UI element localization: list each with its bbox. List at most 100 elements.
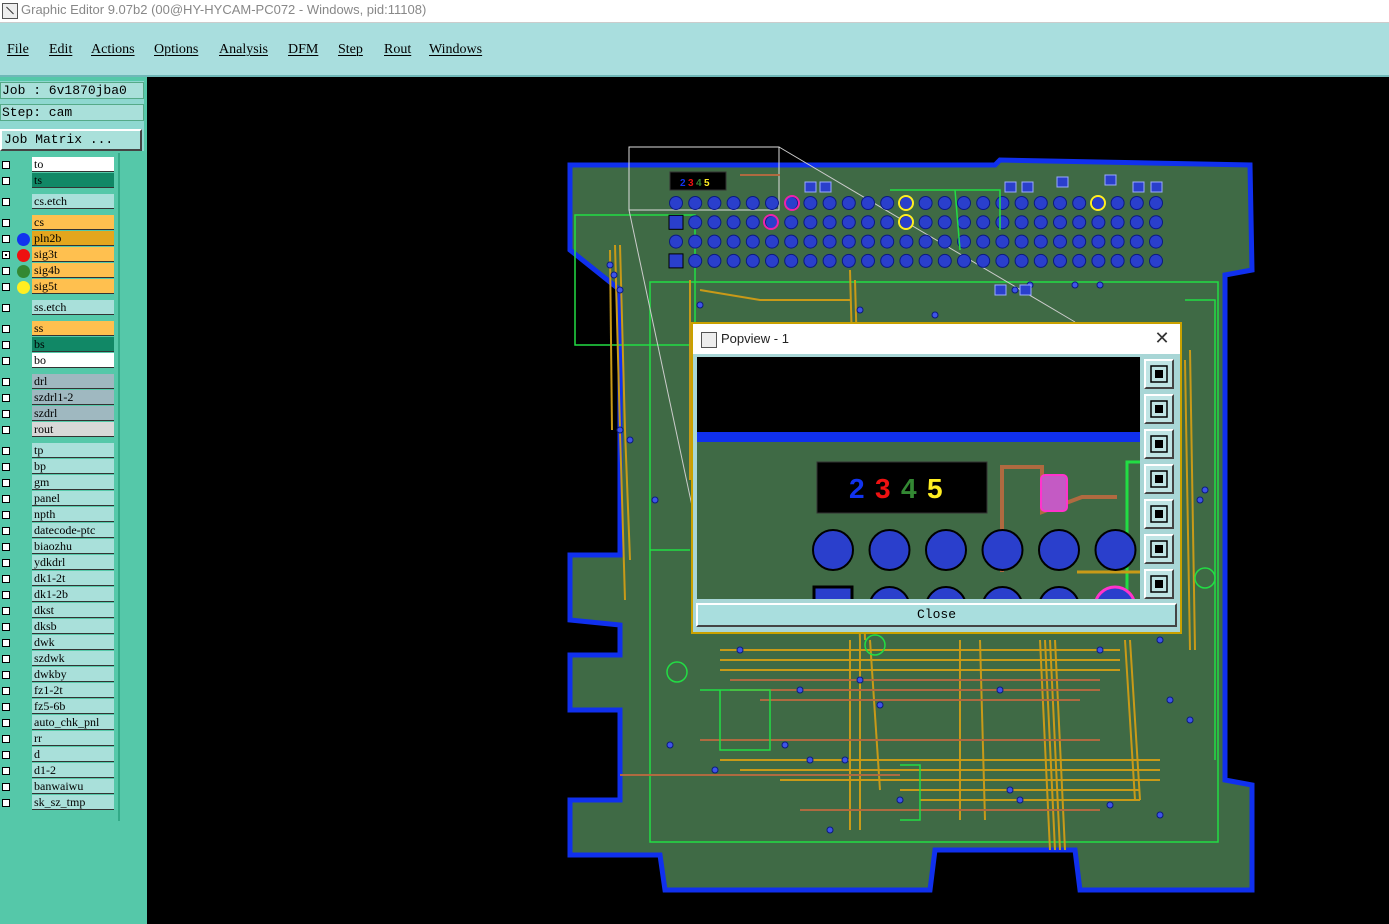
layer-name[interactable]: sig5t xyxy=(32,279,114,294)
menu-rout[interactable]: Rout xyxy=(384,42,411,58)
layer-name[interactable]: dkst xyxy=(32,603,114,618)
pan-left-icon[interactable] xyxy=(1144,464,1174,494)
layer-row-datecode-ptc[interactable]: datecode-ptc xyxy=(0,523,118,539)
layer-name[interactable]: cs.etch xyxy=(32,194,114,209)
layer-row-drl[interactable]: drl xyxy=(0,374,118,390)
layer-row-fz5-6b[interactable]: fz5-6b xyxy=(0,699,118,715)
layer-row-sig3t[interactable]: sig3t xyxy=(0,247,118,263)
layer-row-gm[interactable]: gm xyxy=(0,475,118,491)
layer-checkbox[interactable] xyxy=(2,304,10,312)
layer-name[interactable]: sig3t xyxy=(32,247,114,262)
layer-row-ss[interactable]: ss xyxy=(0,321,118,337)
menu-step[interactable]: Step xyxy=(338,42,363,58)
layer-name[interactable]: to xyxy=(32,157,114,172)
layer-name[interactable]: dksb xyxy=(32,619,114,634)
layer-checkbox[interactable] xyxy=(2,735,10,743)
layer-row-d[interactable]: d xyxy=(0,747,118,763)
layer-checkbox[interactable] xyxy=(2,799,10,807)
layer-checkbox[interactable] xyxy=(2,543,10,551)
layer-checkbox[interactable] xyxy=(2,235,10,243)
layer-row-dkst[interactable]: dkst xyxy=(0,603,118,619)
layer-row-ydkdrl[interactable]: ydkdrl xyxy=(0,555,118,571)
layer-checkbox[interactable] xyxy=(2,591,10,599)
pan-down-icon[interactable] xyxy=(1144,429,1174,459)
pan-right-icon[interactable] xyxy=(1144,499,1174,529)
menu-edit[interactable]: Edit xyxy=(49,42,72,58)
layer-name[interactable]: ts xyxy=(32,173,114,188)
layer-name[interactable]: d xyxy=(32,747,114,762)
layer-name[interactable]: dk1-2b xyxy=(32,587,114,602)
layer-name[interactable]: auto_chk_pnl xyxy=(32,715,114,730)
layer-name[interactable]: fz1-2t xyxy=(32,683,114,698)
layer-row-biaozhu[interactable]: biaozhu xyxy=(0,539,118,555)
layer-checkbox[interactable] xyxy=(2,267,10,275)
layer-row-banwaiwu[interactable]: banwaiwu xyxy=(0,779,118,795)
layer-checkbox[interactable] xyxy=(2,283,10,291)
layer-name[interactable]: szdwk xyxy=(32,651,114,666)
layer-row-ts[interactable]: ts xyxy=(0,173,118,189)
close-icon[interactable]: ✕ xyxy=(1152,328,1172,348)
layer-checkbox[interactable] xyxy=(2,767,10,775)
menu-actions[interactable]: Actions xyxy=(91,42,135,58)
layer-checkbox[interactable] xyxy=(2,426,10,434)
layer-checkbox[interactable] xyxy=(2,575,10,583)
layer-checkbox[interactable] xyxy=(2,511,10,519)
layer-name[interactable]: rr xyxy=(32,731,114,746)
layer-checkbox[interactable] xyxy=(2,410,10,418)
layer-name[interactable]: cs xyxy=(32,215,114,230)
layer-row-pln2b[interactable]: pln2b xyxy=(0,231,118,247)
layer-row-rr[interactable]: rr xyxy=(0,731,118,747)
layer-name[interactable]: panel xyxy=(32,491,114,506)
layer-checkbox[interactable] xyxy=(2,687,10,695)
layer-row-dk1-2b[interactable]: dk1-2b xyxy=(0,587,118,603)
menu-analysis[interactable]: Analysis xyxy=(219,42,268,58)
layer-name[interactable]: dk1-2t xyxy=(32,571,114,586)
layer-name[interactable]: pln2b xyxy=(32,231,114,246)
layer-row-dk1-2t[interactable]: dk1-2t xyxy=(0,571,118,587)
fit-icon[interactable] xyxy=(1144,359,1174,389)
layer-row-auto_chk_pnl[interactable]: auto_chk_pnl xyxy=(0,715,118,731)
job-matrix-button[interactable]: Job Matrix ... xyxy=(0,129,142,151)
layer-name[interactable]: szdrl1-2 xyxy=(32,390,114,405)
layer-row-cs.etch[interactable]: cs.etch xyxy=(0,194,118,210)
popview-close-button[interactable]: Close xyxy=(696,603,1177,627)
layer-name[interactable]: ydkdrl xyxy=(32,555,114,570)
layer-checkbox[interactable] xyxy=(2,639,10,647)
layer-name[interactable]: drl xyxy=(32,374,114,389)
layer-row-fz1-2t[interactable]: fz1-2t xyxy=(0,683,118,699)
layer-row-cs[interactable]: cs xyxy=(0,215,118,231)
layer-row-bs[interactable]: bs xyxy=(0,337,118,353)
layer-row-bo[interactable]: bo xyxy=(0,353,118,369)
layer-checkbox[interactable] xyxy=(2,719,10,727)
layer-row-tp[interactable]: tp xyxy=(0,443,118,459)
layer-row-to[interactable]: to xyxy=(0,157,118,173)
layer-checkbox[interactable] xyxy=(2,479,10,487)
layer-name[interactable]: szdrl xyxy=(32,406,114,421)
layer-checkbox[interactable] xyxy=(2,783,10,791)
layer-checkbox[interactable] xyxy=(2,623,10,631)
layer-checkbox[interactable] xyxy=(2,378,10,386)
layer-name[interactable]: dwk xyxy=(32,635,114,650)
layer-row-szdwk[interactable]: szdwk xyxy=(0,651,118,667)
layer-checkbox[interactable] xyxy=(2,219,10,227)
layer-row-dwkby[interactable]: dwkby xyxy=(0,667,118,683)
layer-checkbox[interactable] xyxy=(2,394,10,402)
layer-checkbox[interactable] xyxy=(2,325,10,333)
layer-row-ss.etch[interactable]: ss.etch xyxy=(0,300,118,316)
layer-row-bp[interactable]: bp xyxy=(0,459,118,475)
layer-name[interactable]: biaozhu xyxy=(32,539,114,554)
layer-checkbox[interactable] xyxy=(2,251,10,259)
menu-options[interactable]: Options xyxy=(154,42,198,58)
layer-checkbox[interactable] xyxy=(2,447,10,455)
layer-name[interactable]: ss.etch xyxy=(32,300,114,315)
menu-windows[interactable]: Windows xyxy=(429,42,482,58)
layer-checkbox[interactable] xyxy=(2,341,10,349)
layer-name[interactable]: sig4b xyxy=(32,263,114,278)
layer-name[interactable]: bp xyxy=(32,459,114,474)
layer-name[interactable]: sk_sz_tmp xyxy=(32,795,114,810)
layer-checkbox[interactable] xyxy=(2,527,10,535)
zoom-in-icon[interactable] xyxy=(1144,534,1174,564)
menu-dfm[interactable]: DFM xyxy=(288,42,318,58)
layer-row-sig4b[interactable]: sig4b xyxy=(0,263,118,279)
layer-checkbox[interactable] xyxy=(2,357,10,365)
